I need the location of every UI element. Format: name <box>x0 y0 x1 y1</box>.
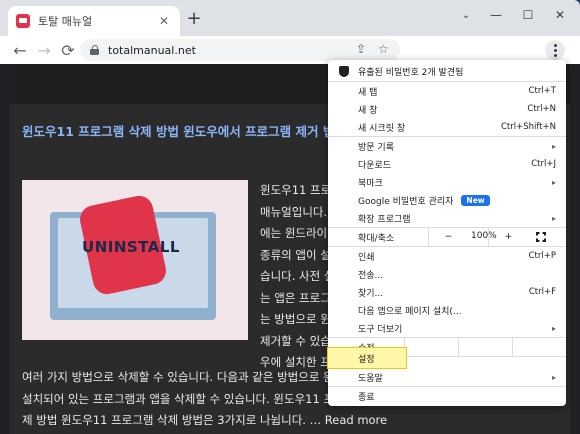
article-text-line: 에는 윈드라이 <box>260 226 328 240</box>
zoom-in-button[interactable]: + <box>488 228 528 246</box>
site-favicon-icon <box>16 14 30 28</box>
new-badge: New <box>461 194 490 206</box>
tab-close-icon[interactable]: ✕ <box>156 14 172 28</box>
menu-item-password-manager[interactable]: Google 비밀번호 관리자 New <box>328 191 566 209</box>
menu-item-more-tools[interactable]: 도구 더보기 ▸ <box>328 319 566 337</box>
menu-item-new-window[interactable]: 새 창 Ctrl+N <box>328 100 566 118</box>
share-icon[interactable]: ⇪ <box>356 42 366 56</box>
menu-item-history[interactable]: 방문 기록 ▸ <box>328 137 566 155</box>
tab-title: 토탈 매뉴얼 <box>38 15 93 28</box>
read-more-link[interactable]: Read more <box>325 413 387 427</box>
close-window-button[interactable]: ✕ <box>538 0 580 30</box>
edit-cut-button[interactable] <box>404 338 458 356</box>
zoom-out-button[interactable]: − <box>428 228 468 246</box>
submenu-arrow-icon: ▸ <box>551 141 556 151</box>
article-text-line: 제 방법 윈도우11 프로그램 삭제 방법은 3가지로 나뉩니다. … Read… <box>22 413 388 427</box>
browser-tab[interactable]: 토탈 매뉴얼 ✕ <box>8 6 180 36</box>
article-text-line: 는 앱은 프로그 <box>260 290 331 305</box>
article-text-line: 매뉴얼입니다. <box>260 204 328 219</box>
menu-item-help[interactable]: 도움말 ▸ <box>328 368 566 386</box>
chrome-menu: 유출된 비밀번호 2개 발견됨 새 탭 Ctrl+T 새 창 Ctrl+N 새 … <box>327 60 566 406</box>
submenu-arrow-icon: ▸ <box>551 323 556 333</box>
address-bar[interactable]: totalmanual.net <box>80 39 400 61</box>
chrome-menu-button[interactable] <box>545 40 565 60</box>
submenu-arrow-icon: ▸ <box>551 177 556 187</box>
article-text-line: 습니다. 사전 설 <box>260 269 335 283</box>
menu-item-password-breach[interactable]: 유출된 비밀번호 2개 발견됨 <box>328 62 566 80</box>
menu-item-bookmarks[interactable]: 북마크 ▸ <box>328 173 566 191</box>
uninstall-image-text: UNINSTALL <box>82 238 180 256</box>
submenu-arrow-icon: ▸ <box>551 213 556 223</box>
article-thumbnail[interactable]: UNINSTALL <box>22 180 248 340</box>
submenu-arrow-icon: ▸ <box>551 372 556 382</box>
browser-window: 토탈 매뉴얼 ✕ + ⌄ — ☐ ✕ ← → ⟳ totalmanual.net… <box>0 0 580 434</box>
url-text[interactable]: totalmanual.net <box>108 44 196 57</box>
menu-item-exit[interactable]: 종료 <box>328 387 566 405</box>
menu-item-find[interactable]: 찾기... Ctrl+F <box>328 283 566 301</box>
menu-item-zoom: 확대/축소 − 100% + <box>328 228 566 246</box>
edit-paste-button[interactable] <box>512 338 566 356</box>
back-arrow-icon[interactable]: ← <box>8 41 32 60</box>
menu-item-extensions[interactable]: 확장 프로그램 ▸ <box>328 209 566 227</box>
bookmark-star-icon[interactable]: ☆ <box>378 42 389 56</box>
kebab-dot-icon <box>553 53 557 57</box>
menu-item-incognito[interactable]: 새 시크릿 창 Ctrl+Shift+N <box>328 118 566 136</box>
menu-item-install-app[interactable]: 다음 앱으로 페이지 설치(... <box>328 301 566 319</box>
menu-item-cast[interactable]: 전송... <box>328 265 566 283</box>
article-text-line: 제거할 수 있습 <box>260 333 331 348</box>
menu-item-print[interactable]: 인쇄 Ctrl+P <box>328 247 566 265</box>
lock-icon[interactable] <box>90 45 99 55</box>
kebab-dot-icon <box>553 48 557 52</box>
menu-item-settings[interactable]: 설정 <box>327 347 407 369</box>
reload-icon[interactable]: ⟳ <box>56 41 80 60</box>
password-alert-icon <box>339 66 349 77</box>
tab-strip: 토탈 매뉴얼 ✕ + ⌄ — ☐ ✕ <box>0 0 580 36</box>
new-tab-button[interactable]: + <box>184 10 204 30</box>
article-text-line: 여러 가지 방법으로 삭제할 수 있습니다. 다음과 같은 방법으로 윈 <box>22 370 334 384</box>
menu-item-downloads[interactable]: 다운로드 Ctrl+J <box>328 155 566 173</box>
edit-copy-button[interactable] <box>458 338 512 356</box>
article-text-line: 는 방법으로 윈 <box>260 312 331 326</box>
menu-item-new-tab[interactable]: 새 탭 Ctrl+T <box>328 82 566 100</box>
kebab-dot-icon <box>553 43 557 47</box>
article-text-line: 설치되어 있는 프로그램과 앱을 삭제할 수 있습니다. 윈도우11 프 <box>22 391 335 406</box>
article-text-line: 종류의 앱이 설 <box>260 247 331 262</box>
forward-arrow-icon[interactable]: → <box>32 41 56 60</box>
fullscreen-icon[interactable] <box>536 232 546 242</box>
